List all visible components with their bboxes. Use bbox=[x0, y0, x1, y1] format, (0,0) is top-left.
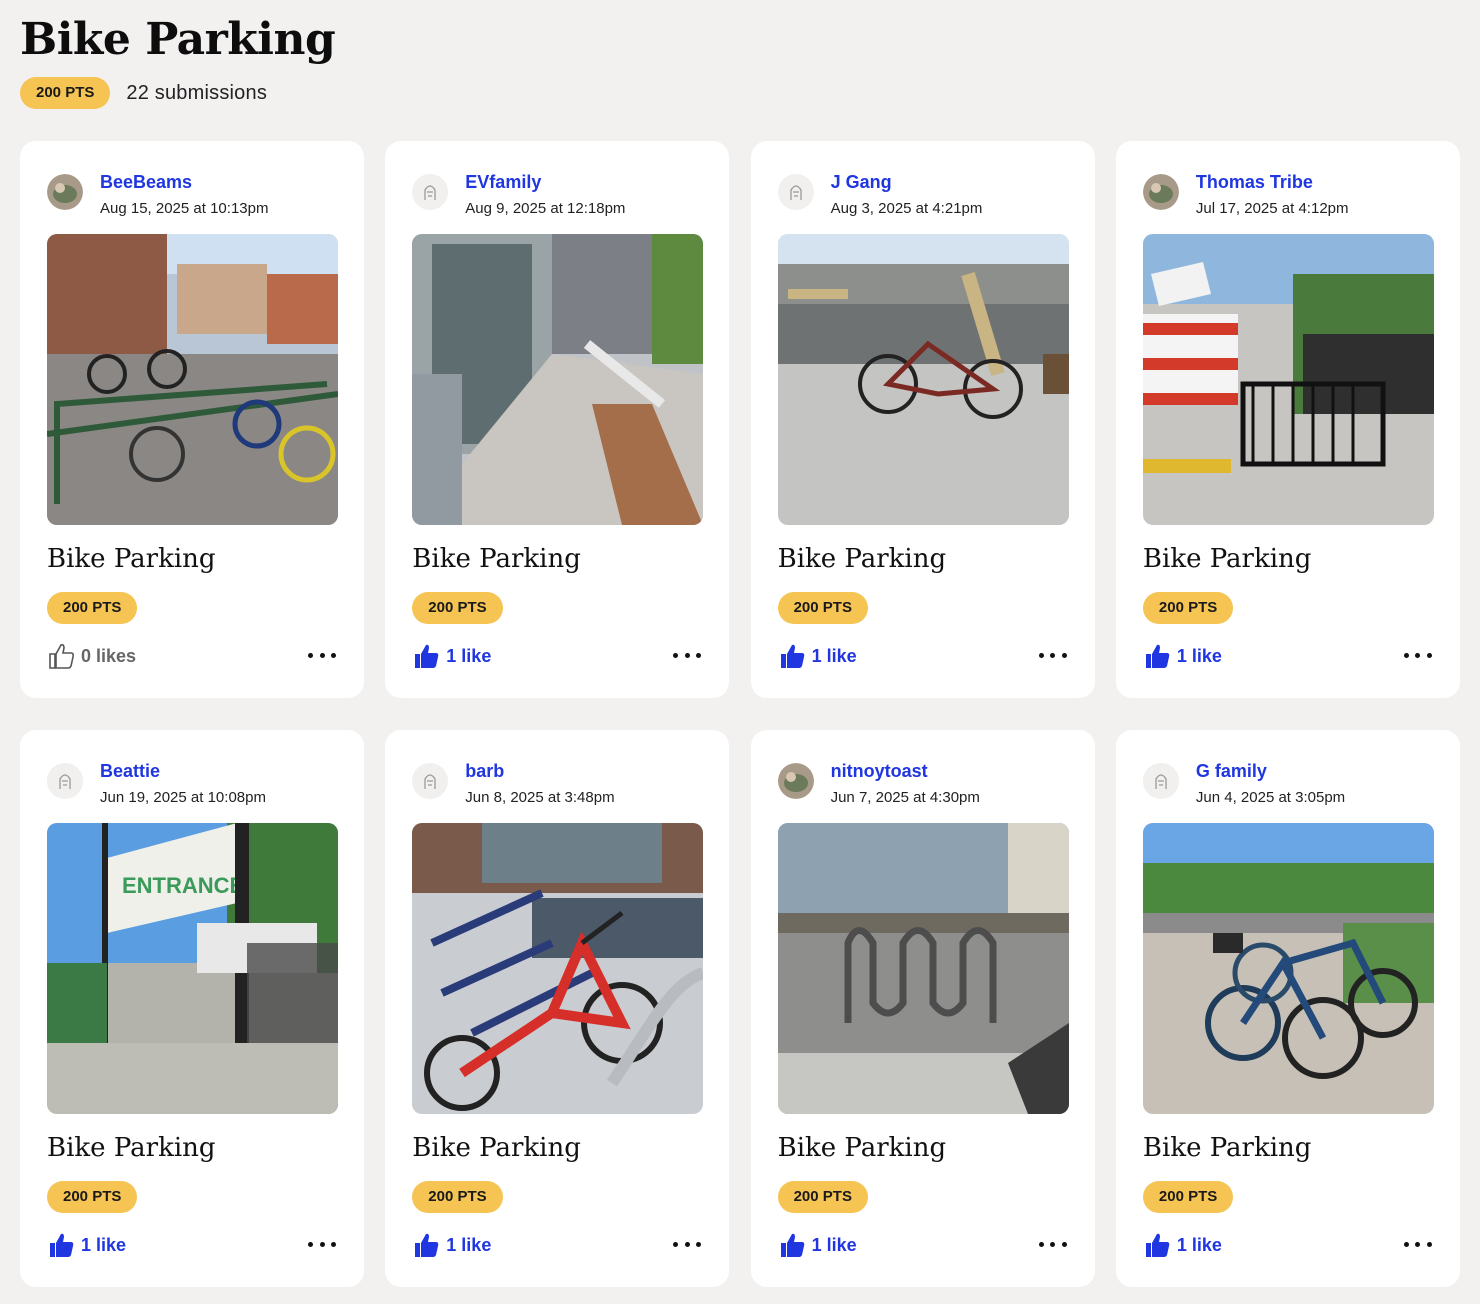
thumbs-up-filled-icon bbox=[1143, 642, 1171, 670]
points-badge: 200 PTS bbox=[412, 592, 503, 624]
card-title: Bike Parking bbox=[47, 1133, 216, 1163]
default-avatar-icon[interactable] bbox=[412, 763, 449, 799]
submission-timestamp: Jun 19, 2025 at 10:08pm bbox=[100, 789, 266, 806]
entrance-gate-photo[interactable]: ENTRANCE bbox=[47, 823, 338, 1114]
submission-card[interactable]: Thomas Tribe Jul 17, 2025 at 4:12pm Bike… bbox=[1115, 141, 1460, 698]
submission-timestamp: Jul 17, 2025 at 4:12pm bbox=[1195, 200, 1349, 217]
like-button[interactable]: 1 like bbox=[412, 1229, 491, 1261]
more-options-icon[interactable] bbox=[1038, 1233, 1067, 1255]
submission-card[interactable]: Beattie Jun 19, 2025 at 10:08pm ENTRANCE… bbox=[20, 730, 364, 1287]
like-count: 1 like bbox=[811, 645, 857, 666]
submission-card[interactable]: G family Jun 4, 2025 at 3:05pm Bike Park… bbox=[1115, 730, 1460, 1287]
like-count: 1 like bbox=[446, 1234, 492, 1255]
points-badge: 200 PTS bbox=[20, 77, 111, 109]
submission-card[interactable]: J Gang Aug 3, 2025 at 4:21pm Bike Parkin… bbox=[750, 141, 1095, 698]
bike-rack-plaza-photo[interactable] bbox=[47, 234, 338, 525]
username-link[interactable]: Thomas Tribe bbox=[1196, 172, 1313, 193]
like-button[interactable]: 1 like bbox=[1143, 640, 1222, 672]
card-title: Bike Parking bbox=[1142, 544, 1312, 574]
submission-timestamp: Jun 7, 2025 at 4:30pm bbox=[830, 789, 980, 806]
card-title: Bike Parking bbox=[777, 1133, 947, 1163]
more-options-icon[interactable] bbox=[1038, 644, 1067, 666]
default-avatar-icon[interactable] bbox=[1142, 763, 1179, 799]
username-link[interactable]: barb bbox=[465, 761, 504, 782]
points-badge: 200 PTS bbox=[777, 592, 868, 624]
more-options-icon[interactable] bbox=[308, 1233, 336, 1255]
black-bike-rack-photo[interactable] bbox=[1142, 234, 1434, 525]
thumbs-up-filled-icon bbox=[412, 642, 440, 670]
wave-bike-rack-photo[interactable] bbox=[777, 823, 1069, 1114]
thumbs-up-filled-icon bbox=[778, 642, 806, 670]
submission-timestamp: Aug 9, 2025 at 12:18pm bbox=[465, 200, 626, 217]
card-title: Bike Parking bbox=[412, 1133, 581, 1163]
like-button[interactable]: 1 like bbox=[1143, 1229, 1222, 1261]
more-options-icon[interactable] bbox=[673, 1233, 702, 1255]
default-avatar-icon[interactable] bbox=[412, 174, 449, 210]
header-meta: 200 PTS 22 submissions bbox=[20, 77, 267, 109]
username-link[interactable]: J Gang bbox=[831, 172, 892, 193]
card-title: Bike Parking bbox=[47, 544, 216, 574]
submission-card[interactable]: BeeBeams Aug 15, 2025 at 10:13pm Bike Pa… bbox=[20, 141, 364, 698]
card-title: Bike Parking bbox=[412, 544, 581, 574]
submission-timestamp: Aug 3, 2025 at 4:21pm bbox=[830, 200, 983, 217]
username-link[interactable]: G family bbox=[1196, 761, 1267, 782]
parked-bikes-lot-photo[interactable] bbox=[1142, 823, 1434, 1114]
bike-on-sidewalk-photo[interactable] bbox=[777, 234, 1069, 525]
card-title: Bike Parking bbox=[777, 544, 947, 574]
like-button[interactable]: 1 like bbox=[412, 640, 491, 672]
submission-timestamp: Aug 15, 2025 at 10:13pm bbox=[100, 200, 269, 217]
more-options-icon[interactable] bbox=[308, 644, 336, 666]
points-badge: 200 PTS bbox=[1142, 1181, 1234, 1213]
default-avatar-icon[interactable] bbox=[47, 763, 83, 799]
points-badge: 200 PTS bbox=[412, 1181, 503, 1213]
user-photo-avatar[interactable] bbox=[1142, 174, 1179, 210]
default-avatar-icon[interactable] bbox=[777, 174, 814, 210]
card-title: Bike Parking bbox=[1142, 1133, 1312, 1163]
thumbs-up-filled-icon bbox=[412, 1231, 440, 1259]
thumbs-up-filled-icon bbox=[778, 1231, 806, 1259]
submission-timestamp: Jun 4, 2025 at 3:05pm bbox=[1195, 789, 1346, 806]
user-photo-avatar[interactable] bbox=[47, 174, 83, 210]
points-badge: 200 PTS bbox=[47, 592, 138, 624]
like-count: 1 like bbox=[1176, 645, 1222, 666]
more-options-icon[interactable] bbox=[1403, 644, 1432, 666]
username-link[interactable]: Beattie bbox=[100, 761, 160, 782]
submission-timestamp: Jun 8, 2025 at 3:48pm bbox=[465, 789, 615, 806]
like-count: 1 like bbox=[81, 1234, 127, 1255]
thumbs-up-filled-icon bbox=[1143, 1231, 1171, 1259]
more-options-icon[interactable] bbox=[673, 644, 702, 666]
submission-count: 22 submissions bbox=[126, 81, 268, 104]
like-button[interactable]: 1 like bbox=[47, 1229, 126, 1261]
like-button[interactable]: 1 like bbox=[778, 1229, 857, 1261]
like-count: 0 likes bbox=[81, 645, 137, 666]
points-badge: 200 PTS bbox=[1142, 592, 1234, 624]
submission-card[interactable]: barb Jun 8, 2025 at 3:48pm Bike Parking … bbox=[385, 730, 730, 1287]
username-link[interactable]: EVfamily bbox=[465, 172, 541, 193]
points-badge: 200 PTS bbox=[777, 1181, 868, 1213]
thumbs-up-outline-icon bbox=[47, 642, 75, 670]
svg-text:ENTRANCE: ENTRANCE bbox=[122, 873, 244, 898]
bike-rack-walkway-photo[interactable] bbox=[412, 234, 704, 525]
user-photo-avatar[interactable] bbox=[777, 763, 814, 799]
like-count: 1 like bbox=[446, 645, 492, 666]
like-count: 1 like bbox=[1176, 1234, 1222, 1255]
points-badge: 200 PTS bbox=[47, 1181, 138, 1213]
like-button[interactable]: 0 likes bbox=[47, 640, 136, 672]
username-link[interactable]: BeeBeams bbox=[100, 172, 192, 193]
submission-card[interactable]: EVfamily Aug 9, 2025 at 12:18pm Bike Par… bbox=[385, 141, 730, 698]
more-options-icon[interactable] bbox=[1403, 1233, 1432, 1255]
username-link[interactable]: nitnoytoast bbox=[831, 761, 928, 782]
like-button[interactable]: 1 like bbox=[778, 640, 857, 672]
like-count: 1 like bbox=[811, 1234, 857, 1255]
submission-card[interactable]: nitnoytoast Jun 7, 2025 at 4:30pm Bike P… bbox=[750, 730, 1095, 1287]
thumbs-up-filled-icon bbox=[47, 1231, 75, 1259]
page-title: Bike Parking bbox=[20, 14, 336, 65]
red-bike-rack-photo[interactable] bbox=[412, 823, 704, 1114]
